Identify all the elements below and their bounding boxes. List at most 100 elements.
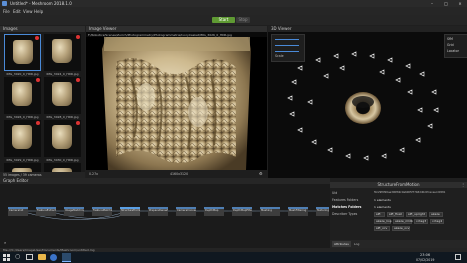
clock-date: 07/02/2019: [416, 258, 435, 262]
notifications-icon[interactable]: [455, 254, 461, 260]
casket-image: [52, 39, 72, 63]
thumbnail-label: IMG_3028_0_HDR.jpg: [46, 115, 79, 119]
maximize-icon[interactable]: □: [439, 0, 453, 7]
thumbnail-label: IMG_3029_0_HDR.jpg: [6, 158, 39, 162]
describer-checkbox[interactable]: sift: [374, 212, 385, 217]
uid-label: Uid: [332, 191, 338, 195]
meshroom-taskbar-icon[interactable]: [62, 253, 71, 262]
images-panel: Images IMG_3020_0_HDR.jpg IMG_3024_0_HDR…: [0, 26, 85, 178]
describer-checkbox[interactable]: cctag3: [414, 219, 428, 224]
describer-checkbox[interactable]: akaze: [429, 212, 443, 217]
error-badge: [35, 36, 39, 40]
close-icon[interactable]: ×: [453, 0, 467, 7]
error-badge: [76, 121, 80, 125]
menu-edit[interactable]: Edit: [13, 9, 21, 14]
clock-time: 23:06: [420, 253, 431, 257]
tab-log[interactable]: Log: [352, 241, 361, 247]
window-title: Untitled* - Meshroom 2018.1.0: [10, 1, 72, 6]
image-dimensions: 4160x3120: [170, 172, 189, 176]
describer-checkbox[interactable]: cctag4: [430, 219, 444, 224]
graph-editor-panel[interactable]: Graph Editor CameraInit FeatureExtractio…: [0, 178, 330, 248]
windows-start-icon[interactable]: [3, 254, 10, 261]
search-icon[interactable]: ⌕: [4, 240, 6, 245]
sfm-point-cloud: [287, 51, 439, 161]
error-badge: [76, 78, 80, 82]
stop-button[interactable]: Stop: [236, 17, 250, 23]
describer-checkbox[interactable]: akaze_mldb: [393, 219, 413, 224]
taskbar: ○ 23:06 07/02/2019: [0, 252, 467, 263]
graph-node[interactable]: FeatureMatching: [92, 207, 112, 216]
error-badge: [76, 35, 80, 39]
graph-node[interactable]: Texturing: [316, 207, 329, 216]
graph-node[interactable]: MeshFiltering: [288, 207, 308, 216]
graph-node[interactable]: FeatureExtraction: [36, 207, 56, 216]
features-folders-label: Features Folders: [332, 198, 359, 202]
3d-viewer-panel[interactable]: 3D Viewer Scale SfM Grid Locator: [268, 26, 467, 178]
menu-file[interactable]: File: [3, 9, 10, 14]
graph-edges: [27, 210, 318, 220]
minimize-icon[interactable]: –: [425, 0, 439, 7]
image-thumbnail[interactable]: [44, 163, 81, 172]
image-viewer-panel: Image Viewer F:/Robotics/Scenes/Zurich/P…: [86, 26, 267, 178]
thumbnail-label: IMG_3024_0_HDR.jpg: [46, 72, 79, 76]
graph-node[interactable]: DepthMap: [204, 207, 224, 216]
graph-node[interactable]: ImageMatching: [64, 207, 84, 216]
graph-node[interactable]: PrepareDenseScene: [148, 207, 168, 216]
menu-view[interactable]: View: [23, 9, 33, 14]
describer-checkbox[interactable]: sift_upright: [406, 212, 427, 217]
attribute-editor-panel: StructureFromMotion ⋮ Uid f0c29f0f20ae30…: [330, 182, 467, 248]
describer-checkbox[interactable]: akaze_ocv: [392, 226, 410, 231]
image-thumbnail[interactable]: [44, 120, 81, 157]
settings-icon[interactable]: ⚙: [259, 171, 263, 176]
describer-checkbox[interactable]: sift_ocv: [374, 226, 390, 231]
uid-value: f0c29f0f20ae300f69c9a6005f77b8dd0c0fcace…: [374, 191, 446, 194]
zoom-level: 0.27x: [89, 172, 98, 176]
more-icon[interactable]: ⋮: [461, 182, 465, 187]
image-viewer-footer: 0.27x 4160x3120 ⚙: [86, 170, 267, 178]
image-thumbnail[interactable]: [4, 77, 41, 114]
image-thumbnail[interactable]: [44, 77, 81, 114]
image-thumbnail[interactable]: [4, 120, 41, 157]
describer-checkbox[interactable]: akaze_liop: [374, 219, 392, 224]
matches-folders-label: Matches Folders: [332, 205, 362, 209]
menu-help[interactable]: Help: [34, 9, 43, 14]
attribute-tabs: Attributes Log: [330, 240, 467, 248]
image-thumbnail[interactable]: [44, 34, 81, 71]
chrome-icon[interactable]: [50, 254, 57, 261]
thumbnail-label: IMG_3020_0_HDR.jpg: [6, 72, 39, 76]
describer-checkbox[interactable]: sift_float: [387, 212, 404, 217]
graph-node[interactable]: Meshing: [260, 207, 280, 216]
thumbnail-label: IMG_3030_0_HDR.jpg: [46, 158, 79, 162]
matches-folders-count[interactable]: 1 elements: [374, 205, 391, 209]
graph-node-selected[interactable]: StructureFromMotion: [120, 207, 140, 216]
casket-photo-graphic: [86, 37, 267, 170]
image-viewer-title: Image Viewer: [86, 26, 267, 32]
thumbnail-label: IMG_3026_0_HDR.jpg: [6, 115, 39, 119]
image-thumbnail[interactable]: [4, 34, 41, 71]
error-badge: [36, 121, 40, 125]
casket-photo[interactable]: [86, 37, 267, 170]
casket-image: [13, 40, 33, 64]
images-panel-title: Images: [0, 26, 85, 32]
app-icon: [2, 1, 7, 6]
describer-types-label: Describer Types: [332, 212, 358, 216]
start-button[interactable]: Start: [212, 17, 235, 23]
graph-node[interactable]: CameraInit: [8, 207, 28, 216]
tab-attributes[interactable]: Attributes: [332, 241, 351, 247]
images-count: 55 images / 39 cameras: [3, 173, 42, 177]
attribute-editor-title: StructureFromMotion: [330, 182, 467, 188]
casket-image: [52, 82, 72, 106]
casket-image: [12, 125, 32, 149]
task-view-icon[interactable]: [26, 254, 33, 260]
error-badge: [36, 78, 40, 82]
menu-bar: File Edit View Help: [0, 7, 467, 15]
file-explorer-icon[interactable]: [38, 254, 46, 260]
image-thumbnail[interactable]: [4, 163, 41, 172]
graph-node[interactable]: DepthMapFilter: [232, 207, 252, 216]
casket-image: [12, 82, 32, 106]
graph-node[interactable]: CameraConnection: [176, 207, 196, 216]
features-folders-count[interactable]: 1 elements: [374, 198, 391, 202]
search-icon[interactable]: ○: [15, 254, 20, 260]
casket-image: [52, 125, 72, 149]
title-bar: Untitled* - Meshroom 2018.1.0 – □ ×: [0, 0, 467, 7]
